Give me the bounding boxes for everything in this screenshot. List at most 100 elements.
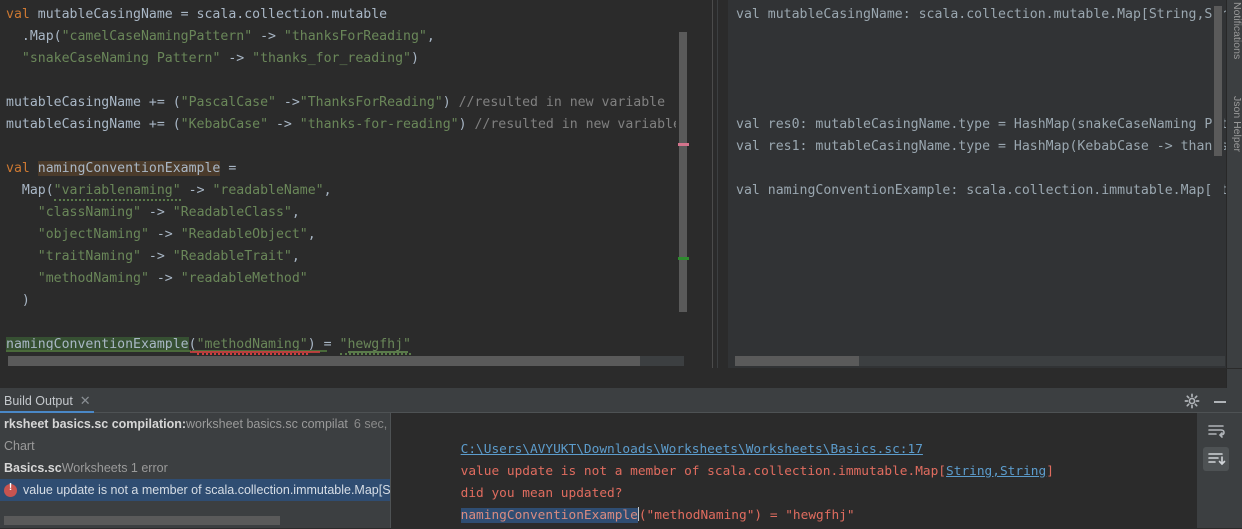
code-token: mutableCasingName = scala.collection.mut… [38, 7, 387, 22]
build-output-tree[interactable]: rksheet basics.sc compilation: worksheet… [0, 413, 390, 529]
code-token: "classNaming" [38, 205, 141, 220]
code-line[interactable]: .Map("camelCaseNamingPattern" -> "thanks… [6, 26, 435, 48]
code-token: .Map( [6, 29, 62, 44]
scrollbar-thumb[interactable] [4, 516, 280, 525]
build-tree-horizontal-scrollbar[interactable] [4, 516, 382, 525]
code-token: "readableMethod" [181, 271, 308, 286]
worksheet-vertical-scrollbar[interactable] [1212, 0, 1224, 352]
code-token: -> [141, 249, 173, 264]
console-snippet-selection[interactable]: namingConventionExample [461, 508, 638, 523]
build-output-text: worksheet basics.sc compilat [186, 417, 348, 431]
minimize-icon[interactable] [1212, 393, 1228, 409]
stripe-marker-changed[interactable] [678, 143, 689, 146]
code-token: //resulted in new variable [459, 95, 665, 110]
code-line[interactable]: "objectNaming" -> "ReadableObject", [6, 224, 316, 246]
worksheet-result-line: val res0: mutableCasingName.type = HashM… [736, 114, 1226, 136]
code-token: , [292, 249, 300, 264]
tab-build-output[interactable]: Build Output ✕ [0, 388, 99, 413]
build-output-row[interactable]: Chart [0, 435, 390, 457]
code-line[interactable]: val namingConventionExample = [6, 158, 236, 180]
code-token: , [292, 205, 300, 220]
code-line[interactable]: "classNaming" -> "ReadableClass", [6, 202, 300, 224]
editor-splitter[interactable] [692, 0, 728, 368]
code-token: "objectNaming" [38, 227, 149, 242]
code-line[interactable]: ) [6, 290, 30, 312]
code-token: "variablenaming" [54, 183, 181, 201]
code-horizontal-scrollbar[interactable] [8, 356, 684, 366]
code-token: "ReadableClass" [173, 205, 292, 220]
gear-icon[interactable] [1184, 393, 1200, 409]
scroll-to-end-icon[interactable] [1203, 447, 1229, 471]
scrollbar-thumb[interactable] [735, 356, 859, 366]
editor-bottom-border [0, 368, 1242, 369]
scrollbar-thumb[interactable] [8, 356, 640, 366]
code-token: "PascalCase" [181, 95, 276, 110]
code-token: "KebabCase" [181, 117, 268, 132]
code-token: , [308, 227, 316, 242]
tool-tab-json-helper[interactable]: Json Helper [1227, 96, 1242, 152]
code-line[interactable] [6, 136, 14, 158]
code-token: "ThanksForReading" [300, 95, 443, 110]
code-error-stripe [0, 350, 692, 353]
code-token: val [6, 7, 38, 22]
code-token: -> [141, 205, 173, 220]
code-line[interactable]: "traitNaming" -> "ReadableTrait", [6, 246, 300, 268]
build-output-row[interactable]: value update is not a member of scala.co… [0, 479, 390, 501]
code-editor-pane[interactable]: val mutableCasingName = scala.collection… [0, 0, 692, 368]
scrollbar-thumb[interactable] [679, 32, 687, 312]
code-line[interactable]: val mutableCasingName = scala.collection… [6, 4, 387, 26]
build-output-console[interactable]: C:\Users\AVYUKT\Downloads\Worksheets\Wor… [391, 413, 1196, 529]
code-line[interactable]: Map("variablenaming" -> "readableName", [6, 180, 332, 202]
code-line[interactable] [6, 70, 14, 92]
soft-wrap-icon[interactable] [1203, 419, 1229, 443]
code-token: mutableCasingName += ( [6, 117, 181, 132]
worksheet-result-line: val namingConventionExample: scala.colle… [736, 180, 1226, 202]
build-output-row[interactable]: rksheet basics.sc compilation: worksheet… [0, 413, 390, 435]
code-token: ) [6, 293, 30, 308]
code-token: "methodNaming" [38, 271, 149, 286]
type-link[interactable]: String,String [946, 464, 1046, 479]
code-token [6, 227, 38, 242]
code-token: -> [252, 29, 284, 44]
code-token: "thanks-for-reading" [300, 117, 459, 132]
error-circle-icon [4, 484, 17, 497]
code-token: = [220, 161, 236, 176]
code-token: ) [459, 117, 475, 132]
build-output-text: rksheet basics.sc compilation: [4, 417, 186, 431]
build-output-tool-window: Build Output ✕ [0, 388, 1242, 529]
scrollbar-thumb[interactable] [1214, 6, 1222, 156]
code-line[interactable] [6, 312, 14, 334]
close-icon[interactable]: ✕ [80, 393, 91, 409]
code-token: "snakeCaseNaming Pattern" [22, 51, 221, 66]
worksheet-output-pane[interactable]: val mutableCasingName: scala.collection.… [728, 0, 1226, 368]
code-token: "readableName" [212, 183, 323, 198]
ide-window: val mutableCasingName = scala.collection… [0, 0, 1242, 529]
code-line[interactable]: "snakeCaseNaming Pattern" -> "thanks_for… [6, 48, 419, 70]
code-vertical-scrollbar[interactable] [676, 0, 690, 354]
console-snippet-rest: ("methodNaming") = "hewgfhj" [639, 508, 855, 523]
worksheet-horizontal-scrollbar[interactable] [735, 356, 1225, 366]
build-output-text: Worksheets 1 error [62, 461, 168, 475]
worksheet-result-line: val mutableCasingName: scala.collection.… [736, 4, 1226, 26]
build-output-text: value update is not a member of scala.co… [23, 483, 390, 497]
code-token: //resulted in new variable [474, 117, 680, 132]
code-line[interactable]: "methodNaming" -> "readableMethod" [6, 268, 308, 290]
code-token [6, 51, 22, 66]
code-token [6, 205, 38, 220]
code-line[interactable]: mutableCasingName += ("PascalCase" ->"Th… [6, 92, 665, 114]
tool-window-header: Build Output ✕ [0, 388, 1242, 413]
code-token: -> [149, 227, 181, 242]
code-token: Map( [6, 183, 54, 198]
build-output-row[interactable]: Basics.sc Worksheets 1 error [0, 457, 390, 479]
code-token: ) [443, 95, 459, 110]
tab-label: Build Output [4, 394, 73, 408]
code-token: "thanks_for_reading" [252, 51, 411, 66]
code-token: , [427, 29, 435, 44]
stripe-marker-added[interactable] [678, 257, 689, 260]
code-token: -> [181, 183, 213, 198]
console-side-toolbar [1196, 413, 1242, 529]
code-token: mutableCasingName += ( [6, 95, 181, 110]
console-error-suffix: ] [1046, 464, 1054, 479]
tool-tab-notifications[interactable]: Notifications [1227, 2, 1242, 59]
code-line[interactable]: mutableCasingName += ("KebabCase" -> "th… [6, 114, 681, 136]
